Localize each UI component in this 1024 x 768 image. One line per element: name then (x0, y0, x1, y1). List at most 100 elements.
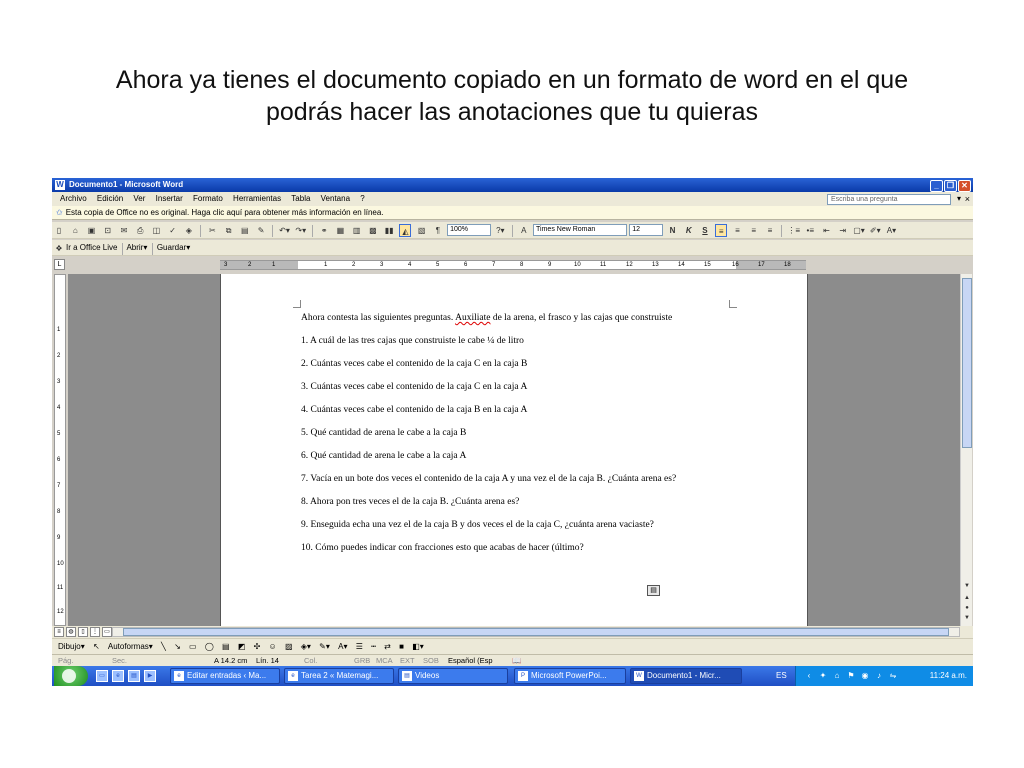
line-icon[interactable]: ╲ (161, 639, 166, 655)
bullets-icon[interactable]: •≡ (804, 224, 816, 237)
font-size-select[interactable]: 12 (629, 224, 664, 236)
horizontal-scrollbar[interactable] (112, 627, 960, 637)
print-preview-icon[interactable]: ◫ (150, 224, 162, 237)
task-editar-entradas[interactable]: e Editar entradas ‹ Ma... (170, 668, 280, 684)
clip-art-icon[interactable]: ☺ (269, 639, 277, 655)
align-right-icon[interactable]: ≡ (748, 224, 760, 237)
browser-icon[interactable]: e (112, 670, 124, 682)
open-dropdown-icon[interactable]: ▾ (143, 243, 147, 252)
insert-table-icon[interactable]: ▥ (351, 224, 363, 237)
research-icon[interactable]: ◈ (183, 224, 195, 237)
redo-icon[interactable]: ↷▾ (295, 224, 307, 237)
dash-style-icon[interactable]: ┅ (371, 639, 376, 655)
email-icon[interactable]: ✉ (118, 224, 130, 237)
menu-ver[interactable]: Ver (133, 192, 145, 206)
paste-icon[interactable]: ▤ (239, 224, 251, 237)
next-page-icon[interactable]: ▼ (962, 614, 972, 623)
star-tray-icon[interactable]: ✦ (818, 671, 828, 681)
horizontal-scroll-thumb[interactable] (123, 628, 949, 636)
tables-borders-icon[interactable]: ▦ (334, 224, 346, 237)
highlight-icon[interactable]: ✐▾ (869, 224, 881, 237)
folder-icon[interactable]: ▤ (128, 670, 140, 682)
line-style-icon[interactable]: ☰ (356, 639, 363, 655)
menu-formato[interactable]: Formato (193, 192, 223, 206)
menu-edicion[interactable]: Edición (97, 192, 123, 206)
3d-icon[interactable]: ◧▾ (412, 639, 424, 655)
paste-options-icon[interactable]: ▤ (647, 585, 660, 596)
media-icon[interactable]: ▶ (144, 670, 156, 682)
permission-icon[interactable]: ⊡ (102, 224, 114, 237)
diagram-icon[interactable]: ✣ (254, 639, 261, 655)
document-body[interactable]: Ahora contesta las siguientes preguntas.… (301, 313, 741, 566)
justify-icon[interactable]: ≡ (764, 224, 776, 237)
select-browse-object-icon[interactable]: ● (962, 604, 972, 613)
menu-tabla[interactable]: Tabla (291, 192, 310, 206)
minimize-button[interactable]: _ (930, 180, 943, 192)
previous-page-icon[interactable]: ▲ (962, 594, 972, 603)
draw-menu-button[interactable]: Dibujo (58, 639, 81, 655)
menu-archivo[interactable]: Archivo (60, 192, 87, 206)
print-icon[interactable]: ⎙ (134, 224, 146, 237)
reading-view-icon[interactable]: ▭ (102, 627, 112, 637)
undo-icon[interactable]: ↶▾ (279, 224, 291, 237)
rectangle-icon[interactable]: ▭ (189, 639, 197, 655)
text-box-icon[interactable]: ▤ (222, 639, 230, 655)
ask-question-input[interactable]: Escriba una pregunta (827, 194, 951, 205)
volume-icon[interactable]: ♪ (874, 671, 884, 681)
clock[interactable]: 11:24 a.m. (930, 666, 967, 686)
chevron-down-icon[interactable]: ▾ (957, 192, 961, 206)
oval-icon[interactable]: ◯ (205, 639, 214, 655)
web-view-icon[interactable]: ◍ (66, 627, 76, 637)
connection-icon[interactable]: ⇋ (888, 671, 898, 681)
columns-icon[interactable]: ▮▮ (383, 224, 395, 237)
increase-indent-icon[interactable]: ⇥ (837, 224, 849, 237)
line-color-icon[interactable]: ✎▾ (319, 639, 330, 655)
scroll-down-icon[interactable]: ▼ (962, 582, 972, 591)
format-painter-icon[interactable]: ✎ (255, 224, 267, 237)
start-button[interactable] (54, 666, 88, 686)
numbering-icon[interactable]: ⋮≡ (787, 224, 800, 237)
task-powerpoint[interactable]: P Microsoft PowerPoi... (514, 668, 626, 684)
save-dropdown-icon[interactable]: ▾ (186, 243, 190, 252)
new-document-icon[interactable]: ▯ (53, 224, 65, 237)
menu-herramientas[interactable]: Herramientas (233, 192, 281, 206)
close-button[interactable]: ✕ (958, 180, 971, 192)
tab-selector[interactable]: L (54, 259, 65, 270)
task-videos[interactable]: ▤ Videos (398, 668, 508, 684)
menu-insertar[interactable]: Insertar (156, 192, 183, 206)
decrease-indent-icon[interactable]: ⇤ (821, 224, 833, 237)
styles-icon[interactable]: A (518, 224, 530, 237)
autoshapes-button[interactable]: Autoformas (108, 639, 149, 655)
task-documento1[interactable]: W Documento1 - Micr... (630, 668, 742, 684)
network-icon[interactable]: ⌂ (832, 671, 842, 681)
select-objects-icon[interactable]: ↖ (93, 639, 100, 655)
copy-icon[interactable]: ⧉ (223, 224, 235, 237)
infobar-message[interactable]: Esta copia de Office no es original. Hag… (66, 208, 384, 217)
open-button[interactable]: Abrir (126, 243, 143, 252)
italic-button[interactable]: K (683, 224, 695, 237)
menu-help[interactable]: ? (360, 192, 364, 206)
arrow-icon[interactable]: ↘ (174, 639, 181, 655)
vertical-scrollbar[interactable]: ▼ ▲ ● ▼ (960, 274, 972, 626)
piracy-info-bar[interactable]: ✩ Esta copia de Office no es original. Ha… (52, 206, 973, 220)
flag-icon[interactable]: ⚑ (846, 671, 856, 681)
vertical-scroll-thumb[interactable] (962, 278, 972, 448)
document-page[interactable]: Ahora contesta las siguientes preguntas.… (220, 274, 808, 626)
document-map-icon[interactable]: ▧ (416, 224, 428, 237)
outline-view-icon[interactable]: ⋮ (90, 627, 100, 637)
show-hide-icon[interactable]: ¶ (432, 224, 444, 237)
show-desktop-icon[interactable]: ▭ (96, 670, 108, 682)
draw-dropdown-icon[interactable]: ▾ (81, 642, 85, 651)
spelling-icon[interactable]: ✓ (167, 224, 179, 237)
open-folder-icon[interactable]: ⌂ (69, 224, 81, 237)
underline-button[interactable]: S (699, 224, 711, 237)
cut-icon[interactable]: ✂ (206, 224, 218, 237)
font-color-icon[interactable]: A▾ (885, 224, 897, 237)
office-live-button[interactable]: Ir a Office Live (66, 243, 117, 252)
vertical-ruler[interactable]: 1 2 3 4 5 6 7 8 9 10 11 12 (54, 274, 66, 626)
arrow-style-icon[interactable]: ⇄ (384, 639, 391, 655)
task-tarea-2[interactable]: e Tarea 2 « Matemagi... (284, 668, 394, 684)
save-button[interactable]: Guardar (157, 243, 186, 252)
hyperlink-icon[interactable]: ⚭ (318, 224, 330, 237)
restore-button[interactable]: ❐ (944, 180, 957, 192)
